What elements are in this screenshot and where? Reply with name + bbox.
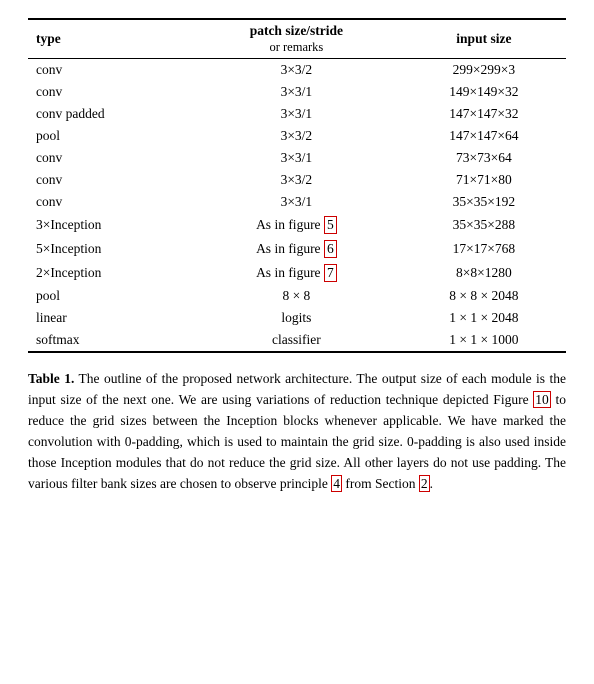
table-row-type: 5×Inception — [28, 237, 191, 261]
table-row-patch: 3×3/1 — [191, 147, 402, 169]
table-row-input: 35×35×288 — [402, 213, 566, 237]
caption-ref3: 2 — [419, 475, 430, 492]
table-row-input: 147×147×64 — [402, 125, 566, 147]
table-row-type: 2×Inception — [28, 261, 191, 285]
col-header-patch-sub: or remarks — [269, 40, 323, 54]
table-caption: Table 1. The outline of the proposed net… — [28, 369, 566, 495]
table-row-patch: 3×3/2 — [191, 169, 402, 191]
table-row-input: 299×299×3 — [402, 59, 566, 82]
table-row-type: 3×Inception — [28, 213, 191, 237]
table-row-patch: 3×3/2 — [191, 125, 402, 147]
table-row-type: conv — [28, 169, 191, 191]
table-row-type: conv — [28, 81, 191, 103]
caption-ref1: 10 — [533, 391, 551, 408]
table-row-input: 147×147×32 — [402, 103, 566, 125]
table-row-type: conv — [28, 59, 191, 82]
table-row-input: 8×8×1280 — [402, 261, 566, 285]
col-header-input: input size — [402, 19, 566, 59]
table-row-type: pool — [28, 125, 191, 147]
table-row-patch: 8 × 8 — [191, 285, 402, 307]
table-row-input: 1 × 1 × 2048 — [402, 307, 566, 329]
table-row-patch: As in figure 7 — [191, 261, 402, 285]
table-row-input: 149×149×32 — [402, 81, 566, 103]
table-row-type: softmax — [28, 329, 191, 352]
figure-ref-highlight: 5 — [324, 216, 337, 234]
caption-text1: The outline of the proposed network arch… — [28, 371, 566, 407]
table-row-input: 8 × 8 × 2048 — [402, 285, 566, 307]
table-row-input: 17×17×768 — [402, 237, 566, 261]
caption-ref2: 4 — [331, 475, 342, 492]
table-row-input: 71×71×80 — [402, 169, 566, 191]
table-row-input: 35×35×192 — [402, 191, 566, 213]
table-row-patch: 3×3/1 — [191, 81, 402, 103]
table-row-input: 1 × 1 × 1000 — [402, 329, 566, 352]
architecture-table: type patch size/strideor remarks input s… — [28, 18, 566, 353]
table-row-patch: As in figure 5 — [191, 213, 402, 237]
table-row-patch: 3×3/1 — [191, 103, 402, 125]
table-row-patch: classifier — [191, 329, 402, 352]
caption-label: Table 1. — [28, 371, 74, 386]
table-row-type: conv — [28, 147, 191, 169]
table-row-type: conv padded — [28, 103, 191, 125]
col-header-patch: patch size/strideor remarks — [191, 19, 402, 59]
table-row-type: pool — [28, 285, 191, 307]
table-row-type: linear — [28, 307, 191, 329]
table-row-input: 73×73×64 — [402, 147, 566, 169]
table-row-patch: 3×3/1 — [191, 191, 402, 213]
table-row-patch: 3×3/2 — [191, 59, 402, 82]
caption-text3: from Section — [342, 476, 419, 491]
figure-ref-highlight: 6 — [324, 240, 337, 258]
caption-text4: . — [430, 476, 433, 491]
table-row-patch: logits — [191, 307, 402, 329]
col-header-type: type — [28, 19, 191, 59]
table-row-patch: As in figure 6 — [191, 237, 402, 261]
table-row-type: conv — [28, 191, 191, 213]
figure-ref-highlight: 7 — [324, 264, 337, 282]
